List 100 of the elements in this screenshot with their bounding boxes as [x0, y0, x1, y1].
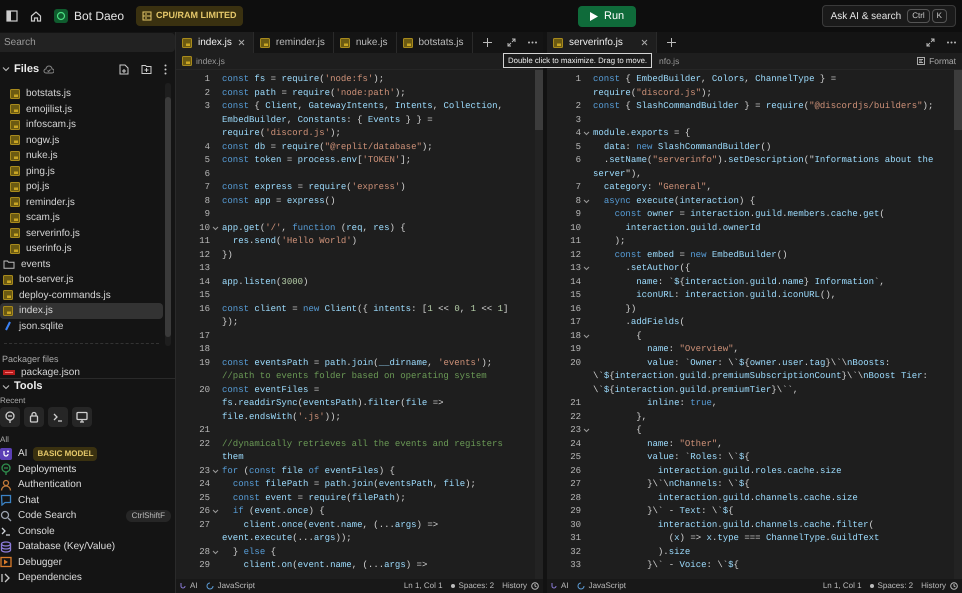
indentation-status[interactable]: Spaces: 2: [450, 580, 494, 592]
chevron-down-icon[interactable]: [2, 382, 10, 390]
file-tree-item[interactable]: reminder.js: [0, 194, 163, 210]
add-tab-icon[interactable]: [482, 38, 492, 47]
line-number: 33: [570, 559, 581, 572]
file-tree-item[interactable]: infoscam.js: [0, 117, 163, 132]
file-tree-item[interactable]: nuke.js: [0, 148, 163, 164]
expand-icon[interactable]: [507, 38, 516, 47]
line-number: 19: [570, 343, 581, 356]
expand-icon[interactable]: [926, 38, 935, 47]
indentation-status[interactable]: Spaces: 2: [870, 580, 914, 592]
tool-list-item[interactable]: Dependencies: [0, 570, 175, 586]
code-line: for (const file of eventFiles) {: [222, 464, 395, 478]
js-file-icon: [10, 88, 20, 99]
language-status[interactable]: JavaScript: [206, 580, 255, 592]
editor-tab[interactable]: nuke.js: [334, 32, 396, 53]
chevron-down-icon[interactable]: [583, 427, 590, 434]
line-number: 1: [576, 73, 581, 86]
search-field[interactable]: Search: [0, 33, 175, 52]
editor-tab[interactable]: serverinfo.js: [547, 32, 657, 53]
scrollbar[interactable]: [535, 70, 543, 579]
tool-list-item[interactable]: Debugger: [0, 554, 175, 570]
chevron-down-icon[interactable]: [212, 224, 219, 232]
scrollbar[interactable]: [954, 70, 962, 579]
tool-list-item[interactable]: Deployments: [0, 462, 175, 477]
chevron-down-icon[interactable]: [583, 332, 590, 340]
code-line: client.once(event.name, (...args) =>: [242, 518, 438, 532]
breadcrumb[interactable]: index.js: [182, 54, 225, 68]
file-tree-item[interactable]: poj.js: [0, 179, 163, 194]
keyboard-shortcut: CtrlShiftF: [126, 510, 171, 522]
chevron-down-icon[interactable]: [212, 548, 219, 556]
cursor-position[interactable]: Ln 1, Col 1: [822, 580, 862, 592]
line-number: 17: [570, 316, 581, 329]
tool-list-item[interactable]: Code Search: [18, 508, 76, 524]
js-file-icon: [3, 290, 13, 300]
file-tree-item[interactable]: ping.js: [0, 164, 163, 179]
chevron-down-icon[interactable]: [2, 65, 10, 73]
file-tree-item[interactable]: json.sqlite: [0, 318, 163, 334]
more-options-icon[interactable]: [164, 64, 167, 74]
line-number: 28: [199, 546, 210, 558]
file-tree-item[interactable]: nogw.js: [0, 132, 163, 148]
close-icon[interactable]: [238, 39, 245, 46]
recent-tool-button[interactable]: [72, 407, 92, 427]
chevron-down-icon[interactable]: [583, 198, 590, 205]
chevron-down-icon[interactable]: [583, 265, 590, 272]
file-tree-item[interactable]: serverinfo.js: [0, 226, 163, 241]
ai-status[interactable]: AI: [551, 580, 569, 592]
file-tree-item[interactable]: deploy-commands.js: [0, 288, 163, 303]
line-number: 7: [576, 181, 581, 194]
code-line: },: [635, 410, 648, 424]
line-number: 8: [576, 194, 581, 208]
recent-tool-button[interactable]: [24, 407, 44, 427]
history-button[interactable]: History: [502, 580, 539, 592]
chevron-down-icon[interactable]: [583, 130, 590, 138]
recent-tool-button[interactable]: [48, 407, 68, 427]
dot-icon: [870, 584, 874, 588]
more-options-icon[interactable]: [947, 41, 956, 44]
file-tree-item[interactable]: bot-server.js: [0, 272, 163, 288]
chevron-down-icon[interactable]: [212, 508, 219, 516]
ask-ai-search-button[interactable]: Ask AI & search Ctrl K: [822, 5, 956, 27]
line-number: 1: [204, 73, 210, 86]
editor-tab[interactable]: botstats.js: [396, 32, 473, 53]
editor-tab[interactable]: reminder.js: [254, 32, 334, 53]
scrollbar[interactable]: [165, 83, 171, 346]
home-icon[interactable]: [30, 10, 42, 22]
tool-list-item[interactable]: AI: [18, 446, 28, 462]
sidebar-toggle-icon[interactable]: [6, 10, 18, 22]
format-button[interactable]: Format: [917, 54, 956, 68]
code-line: data: new SlashCommandBuilder(): [602, 140, 772, 154]
editor-tab[interactable]: index.js: [176, 32, 254, 53]
history-button[interactable]: History: [921, 580, 958, 592]
tool-list-item[interactable]: Console: [0, 524, 175, 539]
section-label: Recent: [0, 395, 26, 407]
new-folder-icon[interactable]: [141, 64, 152, 74]
new-file-icon[interactable]: [119, 64, 129, 74]
run-button[interactable]: Run: [578, 6, 636, 26]
file-tree-item[interactable]: botstats.js: [0, 86, 163, 102]
tool-list-item[interactable]: Chat: [0, 492, 175, 508]
language-status[interactable]: JavaScript: [576, 580, 626, 592]
project-name[interactable]: Bot Daeo: [74, 7, 124, 25]
file-tree-item[interactable]: emojilist.js: [0, 102, 163, 117]
code-line: EmbedBuilder, Constants: { Events } } =: [222, 114, 433, 126]
tool-list-item[interactable]: Authentication: [0, 477, 175, 492]
file-tree-item[interactable]: package.json: [0, 365, 163, 378]
file-tree-item[interactable]: userinfo.js: [0, 241, 163, 256]
cursor-position[interactable]: Ln 1, Col 1: [404, 580, 443, 592]
close-icon[interactable]: [640, 39, 648, 46]
resource-limit-badge[interactable]: CPU/RAM LIMITED: [136, 6, 243, 26]
tool-list-item[interactable]: Database (Key/Value): [0, 539, 175, 554]
file-tree-item[interactable]: scam.js: [0, 210, 163, 226]
recent-tool-button[interactable]: [0, 407, 20, 427]
chevron-down-icon[interactable]: [212, 468, 219, 475]
code-line: }\` - Voice: \`${: [646, 559, 739, 572]
more-options-icon[interactable]: [528, 41, 537, 44]
add-tab-icon[interactable]: [666, 38, 676, 47]
file-tree-item[interactable]: index.js: [0, 303, 163, 318]
code-line: const db = require("@replit/database");: [222, 140, 433, 154]
file-tree-item[interactable]: events: [0, 256, 163, 272]
ai-status[interactable]: AI: [180, 580, 198, 592]
js-file-icon: [553, 38, 563, 48]
